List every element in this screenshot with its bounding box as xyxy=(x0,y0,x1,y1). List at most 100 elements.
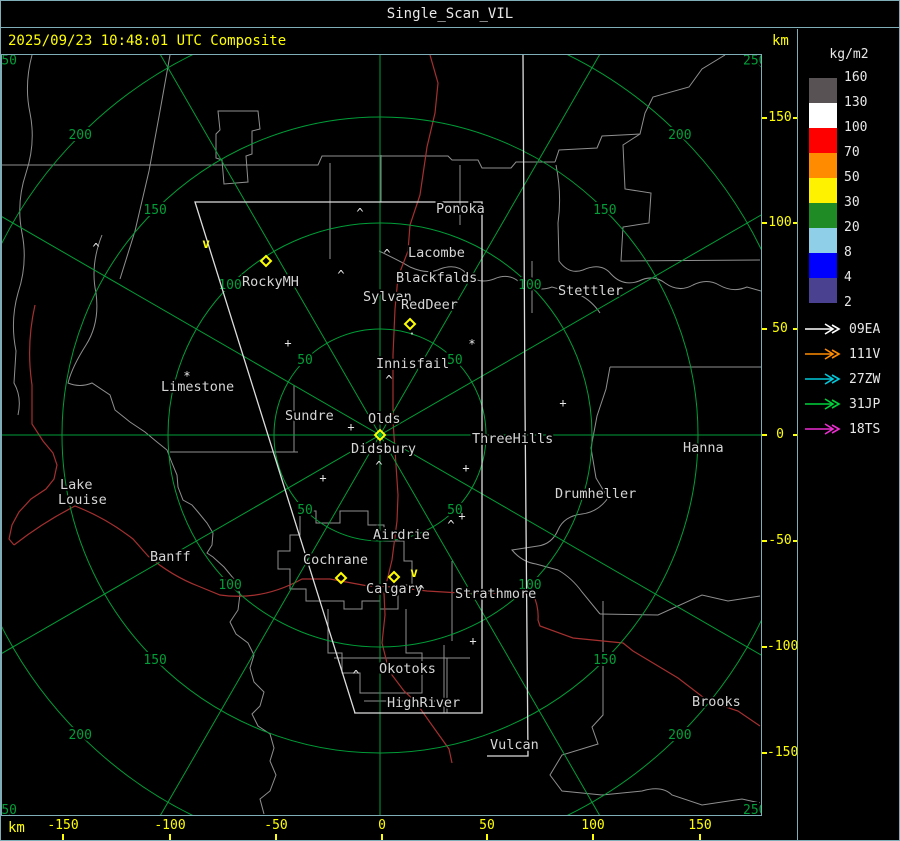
town-marker: + xyxy=(462,461,469,475)
x-axis-tick: 0 xyxy=(352,818,412,840)
radar-site-diamond xyxy=(259,254,273,268)
town-marker: ^ xyxy=(352,668,359,682)
town-marker: + xyxy=(284,336,291,350)
y-axis-tick: -100 xyxy=(762,639,804,654)
city-label: Lacombe xyxy=(408,245,465,261)
legend-bin-value: 70 xyxy=(844,145,860,160)
y-tick-label: 0 xyxy=(776,427,784,442)
x-tick-dash xyxy=(592,834,594,840)
legend-bin-value: 30 xyxy=(844,195,860,210)
x-axis-tick: -50 xyxy=(246,818,306,840)
y-tick-label: -50 xyxy=(768,533,792,548)
range-ring-label: 150 xyxy=(143,203,166,218)
town-marker: + xyxy=(347,420,354,434)
town-marker: * xyxy=(183,369,190,383)
legend-color-swatch xyxy=(809,178,837,203)
town-marker: + xyxy=(319,471,326,485)
city-label: HighRiver xyxy=(387,695,460,711)
legend-sidebar: kg/m2 160 130 100 70 50 30 20 8 4 2 09EA 111V 27ZW 31… xyxy=(798,29,900,841)
range-ring-label: 200 xyxy=(668,728,691,743)
city-label: Strathmore xyxy=(455,586,536,602)
track-id-label: 09EA xyxy=(849,321,881,337)
track-arrow-icon xyxy=(805,373,841,385)
town-marker: + xyxy=(458,509,465,523)
track-arrow-icon xyxy=(805,348,841,360)
range-ring-label: 150 xyxy=(593,653,616,668)
track-arrow-icon xyxy=(805,323,841,335)
status-row: 2025/09/23 10:48:01 UTC Composite km xyxy=(0,29,797,54)
range-ring-label: 250 xyxy=(2,803,17,815)
highway-lines xyxy=(8,55,761,764)
city-label: Airdrie xyxy=(373,527,430,543)
y-tick-label: -100 xyxy=(767,639,799,654)
track-legend-row: 31JP xyxy=(804,396,898,412)
city-label: ThreeHills xyxy=(472,431,553,447)
range-ring-label: 250 xyxy=(743,803,761,815)
legend-bin-value: 100 xyxy=(844,120,868,135)
legend-color-swatch xyxy=(809,153,837,178)
radar-map: 50 50 50 50 100 100 100 100 150 150 150 150 200 200 20… xyxy=(1,54,762,816)
range-ring-label: 100 xyxy=(518,278,541,293)
range-ring-label: 50 xyxy=(297,353,313,368)
city-label: Brooks xyxy=(692,694,741,710)
x-tick-label: 150 xyxy=(688,818,712,833)
legend-color-swatch xyxy=(809,103,837,128)
track-legend-row: 09EA xyxy=(804,321,898,337)
x-tick-label: 100 xyxy=(581,818,605,833)
y-tick-label: 100 xyxy=(768,215,792,230)
range-ring-label: 50 xyxy=(297,503,313,518)
x-tick-label: -150 xyxy=(47,818,79,833)
x-tick-label: -100 xyxy=(154,818,186,833)
legend-color-swatch xyxy=(809,128,837,153)
city-label: RedDeer xyxy=(401,297,458,313)
city-label: Blackfalds xyxy=(396,270,477,286)
y-axis-unit-label: km xyxy=(772,33,789,49)
track-id-label: 31JP xyxy=(849,396,881,412)
city-label: Louise xyxy=(58,492,107,508)
range-ring-label: 200 xyxy=(668,128,691,143)
town-marker: ^ xyxy=(92,241,99,255)
legend-unit-label: kg/m2 xyxy=(829,47,869,62)
y-axis-tick: -150 xyxy=(762,746,804,760)
legend-bin-value: 4 xyxy=(844,270,852,285)
title-bar: Single_Scan_VIL xyxy=(0,0,900,28)
y-tick-label: 50 xyxy=(772,321,788,336)
town-marker: ^ xyxy=(356,206,363,220)
city-label: Okotoks xyxy=(379,661,436,677)
scan-timestamp: 2025/09/23 10:48:01 UTC Composite xyxy=(8,33,287,49)
city-label: Lake xyxy=(60,477,93,493)
y-axis-tick: 50 xyxy=(762,322,798,336)
x-axis-unit-label: km xyxy=(8,820,25,836)
city-label: RockyMH xyxy=(242,274,299,290)
city-label: Hanna xyxy=(683,440,724,456)
x-axis-tick: -150 xyxy=(33,818,93,840)
town-marker: ^ xyxy=(385,373,392,387)
city-label: Limestone xyxy=(161,379,234,395)
city-label: Olds xyxy=(368,411,401,427)
range-ring-label: 200 xyxy=(68,128,91,143)
y-axis-tick: -50 xyxy=(762,534,798,548)
city-label: Calgary xyxy=(366,581,423,597)
legend-color-swatch xyxy=(809,278,837,303)
legend-bin-value: 160 xyxy=(844,70,868,85)
x-tick-label: -50 xyxy=(264,818,288,833)
range-ring-label: 100 xyxy=(218,278,241,293)
track-arrow-icon xyxy=(805,398,841,410)
x-tick-dash xyxy=(381,834,383,840)
city-label: Stettler xyxy=(558,283,623,299)
x-tick-label: 50 xyxy=(479,818,495,833)
city-label: Didsbury xyxy=(351,441,416,457)
x-tick-dash xyxy=(169,834,171,840)
town-marker: ^ xyxy=(447,518,454,532)
legend-bin-value: 20 xyxy=(844,220,860,235)
window-title: Single_Scan_VIL xyxy=(386,5,514,22)
legend-color-swatch xyxy=(809,78,837,103)
city-label: Ponoka xyxy=(436,201,485,217)
x-tick-dash xyxy=(62,834,64,840)
x-tick-label: 0 xyxy=(378,818,386,833)
x-tick-dash xyxy=(699,834,701,840)
range-ring-label: 150 xyxy=(143,653,166,668)
radar-app-window: Single_Scan_VIL 2025/09/23 10:48:01 UTC … xyxy=(0,0,900,841)
legend-color-swatch xyxy=(809,253,837,278)
town-marker: ^ xyxy=(383,247,390,261)
